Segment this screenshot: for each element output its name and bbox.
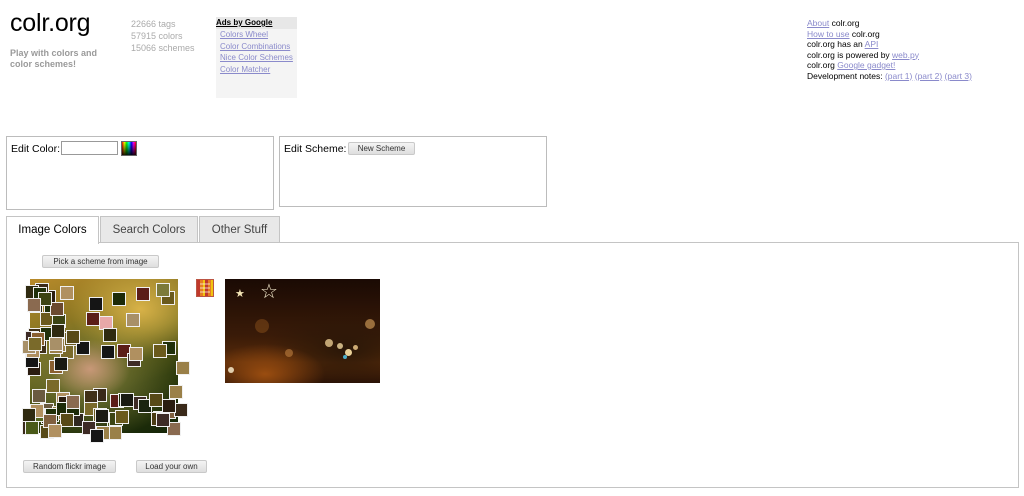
color-swatch-square[interactable] bbox=[101, 345, 115, 359]
about-link[interactable]: About bbox=[807, 18, 829, 28]
color-swatch-square[interactable] bbox=[60, 286, 74, 300]
load-your-own-button[interactable]: Load your own bbox=[136, 460, 207, 473]
google-ads-box: Ads by Google Colors Wheel Color Combina… bbox=[216, 17, 297, 98]
color-picker-icon[interactable] bbox=[121, 141, 137, 156]
color-swatch-square[interactable] bbox=[108, 426, 122, 440]
color-swatch-square[interactable] bbox=[95, 409, 109, 423]
color-swatch-square[interactable] bbox=[162, 399, 176, 413]
ad-link-color-matcher[interactable]: Color Matcher bbox=[216, 64, 297, 76]
color-swatch-square[interactable] bbox=[176, 361, 190, 375]
color-input[interactable] bbox=[61, 141, 118, 155]
color-swatch-square[interactable] bbox=[46, 379, 60, 393]
dev-notes-part1-link[interactable]: (part 1) bbox=[885, 71, 912, 81]
color-swatch-square[interactable] bbox=[86, 312, 100, 326]
ads-title[interactable]: Ads by Google bbox=[216, 17, 297, 29]
tab-search-colors[interactable]: Search Colors bbox=[100, 216, 198, 242]
color-swatch-square[interactable] bbox=[115, 410, 129, 424]
color-swatch-square[interactable] bbox=[66, 395, 80, 409]
color-swatch-square[interactable] bbox=[90, 429, 104, 443]
google-gadget-link[interactable]: Google gadget! bbox=[837, 60, 895, 70]
dev-notes-part2-link[interactable]: (part 2) bbox=[915, 71, 942, 81]
color-swatch-square[interactable] bbox=[66, 330, 80, 344]
site-stats: 22666 tags 57915 colors 15066 schemes bbox=[131, 18, 195, 54]
color-swatch-square[interactable] bbox=[54, 357, 68, 371]
star-ornament-small-icon: ★ bbox=[235, 288, 245, 300]
color-swatch-square[interactable] bbox=[136, 287, 150, 301]
about-row: About colr.org bbox=[807, 18, 972, 29]
color-swatch-square[interactable] bbox=[174, 403, 188, 417]
stat-schemes: 15066 schemes bbox=[131, 43, 195, 53]
new-scheme-button[interactable]: New Scheme bbox=[348, 142, 415, 155]
ad-link-color-combinations[interactable]: Color Combinations bbox=[216, 41, 297, 53]
gadget-text: colr.org bbox=[807, 60, 838, 70]
color-swatch-square[interactable] bbox=[22, 408, 36, 422]
color-swatch-square[interactable] bbox=[25, 421, 39, 435]
webpy-link[interactable]: web.py bbox=[892, 50, 919, 60]
about-links: About colr.org How to use colr.org colr.… bbox=[807, 18, 972, 81]
dev-notes-part3-link[interactable]: (part 3) bbox=[945, 71, 972, 81]
ad-link-colors-wheel[interactable]: Colors Wheel bbox=[216, 29, 297, 41]
edit-scheme-box: Edit Scheme: New Scheme bbox=[279, 136, 547, 207]
color-swatch-square[interactable] bbox=[32, 389, 46, 403]
dev-notes-row: Development notes: (part 1) (part 2) (pa… bbox=[807, 71, 972, 82]
howto-row: How to use colr.org bbox=[807, 29, 972, 40]
color-swatch-square[interactable] bbox=[112, 292, 126, 306]
color-swatch-square[interactable] bbox=[120, 393, 134, 407]
scheme-swatch-icon[interactable] bbox=[196, 279, 214, 297]
api-text: colr.org has an bbox=[807, 39, 865, 49]
color-swatch-square[interactable] bbox=[28, 337, 42, 351]
powered-text: colr.org is powered by bbox=[807, 49, 893, 60]
site-tagline: Play with colors and color schemes! bbox=[10, 48, 98, 69]
color-swatch-square[interactable] bbox=[169, 385, 183, 399]
ad-link-nice-color-schemes[interactable]: Nice Color Schemes bbox=[216, 52, 297, 64]
color-swatch-square[interactable] bbox=[49, 337, 63, 351]
edit-color-box: Edit Color: bbox=[6, 136, 274, 210]
color-swatch-square[interactable] bbox=[156, 283, 170, 297]
color-swatch-square[interactable] bbox=[51, 324, 65, 338]
how-to-use-link[interactable]: How to use bbox=[807, 29, 850, 39]
color-swatch-square[interactable] bbox=[149, 393, 163, 407]
howto-text: colr.org bbox=[849, 28, 880, 39]
color-swatch-square[interactable] bbox=[103, 328, 117, 342]
about-text: colr.org bbox=[829, 18, 860, 28]
color-swatch-square[interactable] bbox=[60, 413, 74, 427]
dev-notes-text: Development notes: bbox=[807, 70, 885, 81]
tab-other-stuff[interactable]: Other Stuff bbox=[199, 216, 280, 242]
api-link[interactable]: API bbox=[865, 39, 879, 49]
powered-row: colr.org is powered by web.py bbox=[807, 50, 972, 61]
color-swatch-square[interactable] bbox=[156, 413, 170, 427]
source-image-with-swatches[interactable] bbox=[22, 279, 190, 443]
stat-tags: 22666 tags bbox=[131, 19, 176, 29]
color-swatch-square[interactable] bbox=[126, 313, 140, 327]
color-swatch-square[interactable] bbox=[50, 302, 64, 316]
stat-colors: 57915 colors bbox=[131, 31, 183, 41]
color-swatch-square[interactable] bbox=[129, 347, 143, 361]
random-flickr-image-button[interactable]: Random flickr image bbox=[23, 460, 116, 473]
color-swatch-square[interactable] bbox=[89, 297, 103, 311]
color-swatch-square[interactable] bbox=[27, 298, 41, 312]
edit-color-label: Edit Color: bbox=[11, 143, 61, 155]
tab-image-colors[interactable]: Image Colors bbox=[6, 216, 99, 244]
site-logo[interactable]: colr.org bbox=[10, 9, 91, 38]
star-ornament-large-icon: ☆ bbox=[260, 281, 278, 303]
city-lights-photo[interactable]: ★ ☆ bbox=[225, 279, 380, 383]
color-swatch-square[interactable] bbox=[153, 344, 167, 358]
pick-scheme-from-image-button[interactable]: Pick a scheme from image bbox=[42, 255, 159, 268]
api-row: colr.org has an API bbox=[807, 39, 972, 50]
edit-scheme-label: Edit Scheme: bbox=[284, 143, 347, 155]
color-swatch-square[interactable] bbox=[48, 424, 62, 438]
gadget-row: colr.org Google gadget! bbox=[807, 60, 972, 71]
